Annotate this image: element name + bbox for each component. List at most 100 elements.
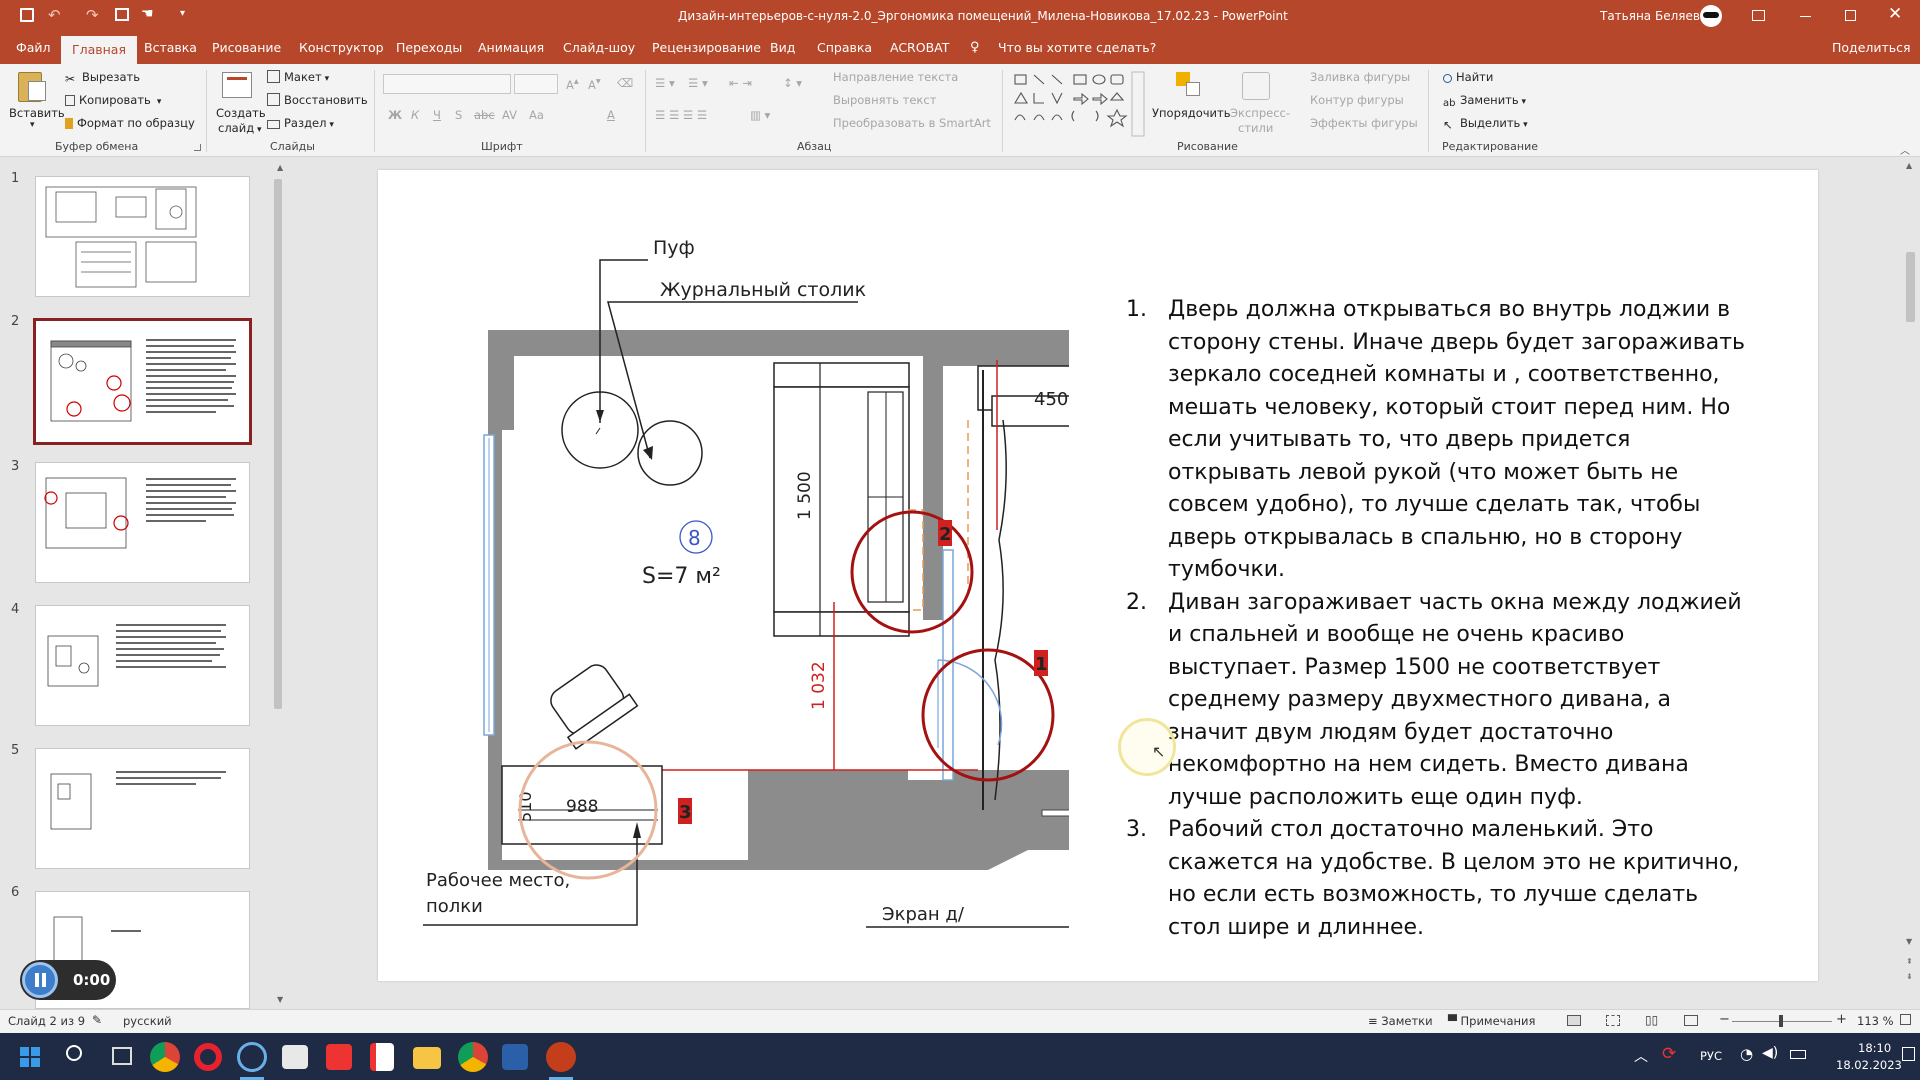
tab-help[interactable]: Справка	[817, 32, 872, 64]
indent-icons[interactable]: ⇤ ⇥	[729, 76, 752, 90]
shape-effects-button[interactable]: Эффекты фигуры	[1310, 116, 1418, 130]
new-slide-button[interactable]: Создать	[216, 106, 266, 120]
font-name-dropdown[interactable]	[383, 74, 511, 94]
slide-text-box[interactable]: 1. Дверь должна открываться во внутрь лод…	[1126, 294, 1746, 944]
new-slide-button-line2[interactable]: слайд ▾	[218, 121, 262, 135]
volume-icon[interactable]: ◀)	[1762, 1045, 1778, 1061]
quick-styles-button-line2[interactable]: стили	[1238, 121, 1273, 135]
slide-thumbnail[interactable]	[35, 176, 250, 297]
font-size-dropdown[interactable]	[514, 74, 558, 94]
comments-button[interactable]: ▀ Примечания	[1448, 1014, 1535, 1028]
store-icon[interactable]	[282, 1045, 308, 1069]
strikethrough-icon[interactable]: abc	[474, 108, 495, 122]
tab-insert[interactable]: Вставка	[144, 32, 197, 64]
opera-icon[interactable]	[194, 1043, 222, 1071]
columns-icon[interactable]: ▥ ▾	[750, 108, 770, 122]
tab-acrobat[interactable]: ACROBAT	[890, 32, 949, 64]
text-direction-button[interactable]: Направление текста	[833, 70, 958, 84]
select-button[interactable]: ↖ Выделить ▾	[1443, 116, 1528, 132]
dialog-launcher-icon[interactable]	[194, 144, 201, 151]
zoom-level[interactable]: 113 %	[1857, 1014, 1894, 1028]
align-icons[interactable]: ☰ ☰ ☰ ☰	[655, 108, 707, 122]
recorder-icon[interactable]	[237, 1042, 267, 1072]
zoom-out-button[interactable]: −	[1719, 1012, 1730, 1027]
ribbon-display-icon[interactable]	[1752, 10, 1765, 21]
input-language[interactable]: РУС	[1700, 1049, 1722, 1063]
app-icon[interactable]	[502, 1044, 528, 1070]
zoom-slider[interactable]	[1732, 1015, 1832, 1027]
normal-view-icon[interactable]	[1567, 1015, 1581, 1026]
bold-button[interactable]: Ж	[388, 108, 402, 122]
tab-file[interactable]: Файл	[16, 32, 51, 64]
smartart-button[interactable]: Преобразовать в SmartArt	[833, 116, 991, 130]
italic-button[interactable]: К	[411, 108, 419, 122]
recording-control[interactable]: 0:00	[20, 960, 116, 1000]
paste-arrow-icon[interactable]: ▾	[30, 120, 35, 130]
wifi-icon[interactable]: ◔	[1740, 1045, 1753, 1063]
spacing-icon[interactable]: AV	[502, 108, 517, 122]
paste-icon[interactable]	[18, 72, 46, 102]
shapes-gallery[interactable]	[1012, 70, 1147, 140]
minimize-icon[interactable]	[1800, 16, 1811, 17]
align-text-button[interactable]: Выровнять текст	[833, 93, 936, 107]
share-button[interactable]: Поделиться	[1832, 32, 1911, 64]
sync-icon[interactable]: ⟳	[1662, 1044, 1676, 1064]
slide-counter[interactable]: Слайд 2 из 9	[8, 1014, 85, 1028]
redo-icon[interactable]: ↷	[86, 6, 99, 24]
copy-button[interactable]: Копировать ▾	[65, 93, 161, 107]
gift-icon[interactable]	[326, 1044, 352, 1070]
show-hidden-icons[interactable]: ︿	[1634, 1046, 1648, 1066]
arrange-icon[interactable]	[1176, 72, 1202, 98]
cut-button[interactable]: ✂ Вырезать	[65, 70, 140, 86]
pause-button[interactable]	[22, 962, 58, 998]
zoom-in-button[interactable]: +	[1836, 1012, 1847, 1027]
thumbnails-scrollbar[interactable]: ▲ ▼	[271, 157, 285, 1009]
underline-button[interactable]: Ч	[433, 108, 441, 122]
sorter-view-icon[interactable]	[1606, 1015, 1620, 1026]
slide-thumbnail-selected[interactable]	[33, 318, 252, 445]
close-icon[interactable]: ✕	[1888, 4, 1902, 24]
floor-plan[interactable]: 1 032 1 500 450 Пуф Журнальный столик 8 …	[378, 170, 1078, 981]
tab-home[interactable]: Главная	[61, 36, 137, 64]
slideshow-view-icon[interactable]	[1684, 1015, 1698, 1026]
clear-format-icon[interactable]: ⌫	[617, 76, 633, 90]
slide-thumbnail[interactable]	[35, 748, 250, 869]
arrange-button[interactable]: Упорядочить	[1152, 106, 1231, 120]
shape-fill-button[interactable]: Заливка фигуры	[1310, 70, 1410, 84]
paste-button[interactable]: Вставить	[9, 106, 65, 120]
tab-slideshow[interactable]: Слайд-шоу	[563, 32, 635, 64]
undo-icon[interactable]: ↶	[48, 6, 61, 24]
collapse-ribbon-icon[interactable]: ︿	[1900, 142, 1910, 157]
tab-animations[interactable]: Анимация	[478, 32, 544, 64]
quick-styles-icon[interactable]	[1242, 72, 1270, 100]
save-icon[interactable]	[20, 8, 34, 22]
chrome-icon[interactable]	[150, 1042, 180, 1072]
slide-thumbnail[interactable]	[35, 605, 250, 726]
user-name[interactable]: Татьяна Беляева	[1600, 0, 1707, 32]
shape-outline-button[interactable]: Контур фигуры	[1310, 93, 1404, 107]
tab-transitions[interactable]: Переходы	[396, 32, 462, 64]
tab-draw[interactable]: Рисование	[212, 32, 281, 64]
editor-scrollbar[interactable]: ▲ ▼ ⇞ ⇟	[1902, 157, 1918, 1009]
change-case-button[interactable]: Aa	[529, 108, 544, 122]
shrink-font-icon[interactable]: A▾	[588, 76, 601, 92]
chrome-profile-icon[interactable]	[458, 1042, 488, 1072]
excel-like-icon[interactable]	[370, 1043, 394, 1071]
search-icon[interactable]	[66, 1045, 82, 1061]
format-painter-button[interactable]: Формат по образцу	[65, 116, 195, 130]
bullets-icon[interactable]: ☰ ▾	[655, 76, 675, 90]
new-slide-icon[interactable]	[222, 72, 252, 98]
notes-button[interactable]: ≡ Заметки	[1368, 1014, 1433, 1028]
notification-icon[interactable]	[1902, 1047, 1915, 1061]
task-view-icon[interactable]	[112, 1047, 132, 1065]
line-spacing-icon[interactable]: ↕ ▾	[783, 76, 802, 90]
reset-button[interactable]: Восстановить	[267, 93, 368, 107]
windows-start-icon[interactable]	[20, 1047, 40, 1067]
tab-view[interactable]: Вид	[770, 32, 795, 64]
find-button[interactable]: Найти	[1443, 70, 1493, 84]
customize-qat-icon[interactable]: ▾	[180, 8, 185, 19]
tell-me-search[interactable]: Что вы хотите сделать?	[998, 32, 1156, 64]
font-color-icon[interactable]: A	[607, 108, 615, 122]
slide-thumbnail[interactable]	[35, 462, 250, 583]
clock-date[interactable]: 18.02.2023	[1836, 1058, 1902, 1072]
